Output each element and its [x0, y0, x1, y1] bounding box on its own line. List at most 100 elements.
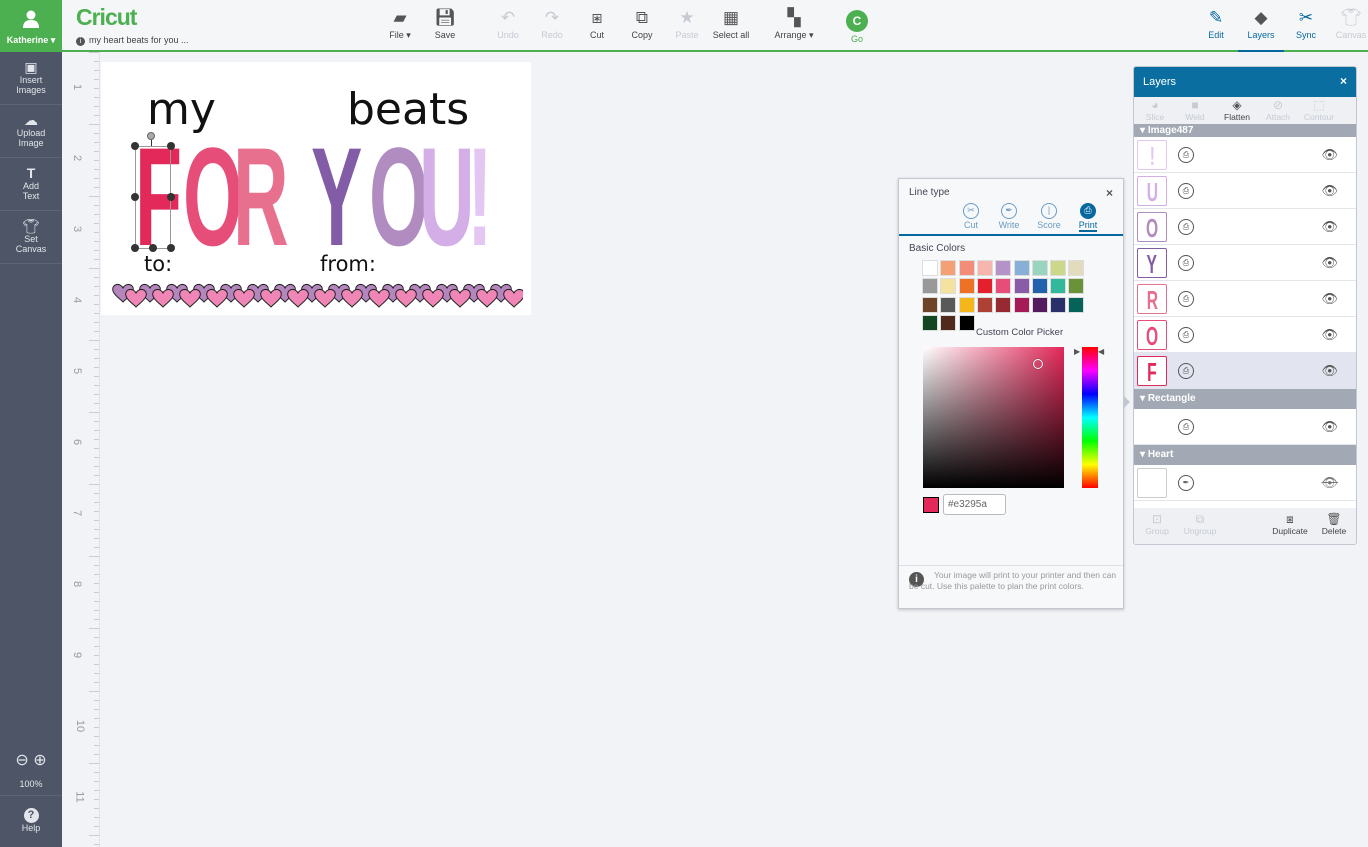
ungroup-button[interactable]: ⧉ Ungroup — [1179, 512, 1221, 536]
color-swatch[interactable] — [1013, 296, 1030, 313]
color-swatch[interactable] — [940, 314, 957, 331]
layer-group-heart[interactable]: ▾ Heart — [1134, 445, 1356, 465]
layer-row[interactable]: O ⎙ 👁︎ — [1134, 209, 1356, 245]
weld-button[interactable]: ■ Weld — [1174, 98, 1216, 122]
slice-button[interactable]: ◕ Slice — [1134, 98, 1176, 122]
printer-icon[interactable]: ⎙ — [1178, 291, 1194, 307]
cut-button[interactable]: ⧆ Cut — [572, 8, 622, 40]
user-menu[interactable]: Katherine ▾ — [0, 0, 62, 52]
layer-group-rectangle[interactable]: ▾ Rectangle — [1134, 389, 1356, 409]
resize-handle[interactable] — [167, 244, 175, 252]
line-type-cut[interactable]: ✂ Cut — [951, 203, 991, 230]
zoom-out-icon[interactable]: ⊖ — [15, 752, 28, 769]
letter-![interactable]: ! — [467, 127, 493, 267]
printer-icon[interactable]: ⎙ — [1178, 147, 1194, 163]
eye-icon[interactable]: 👁︎ — [1321, 255, 1338, 271]
eye-icon[interactable]: 👁︎ — [1321, 363, 1338, 379]
resize-handle[interactable] — [167, 142, 175, 150]
hearts-border[interactable] — [109, 280, 523, 312]
color-swatch[interactable] — [922, 314, 938, 331]
printer-icon[interactable]: ⎙ — [1178, 419, 1194, 435]
letter-R[interactable]: R — [233, 127, 289, 267]
color-swatch[interactable] — [922, 260, 938, 276]
close-icon[interactable]: × — [1106, 186, 1113, 200]
eye-icon[interactable]: 👁︎ — [1321, 327, 1338, 343]
layer-row[interactable]: ⎙ 👁︎ — [1134, 409, 1356, 445]
color-swatch[interactable] — [995, 278, 1012, 295]
color-gradient-picker[interactable] — [923, 347, 1064, 488]
color-swatch[interactable] — [1013, 278, 1030, 295]
go-button[interactable]: C Go — [832, 8, 882, 44]
color-swatch[interactable] — [1050, 278, 1067, 295]
zoom-in-icon[interactable]: ⊕ — [33, 752, 46, 769]
file-menu[interactable]: ▰ File ▾ — [375, 8, 425, 41]
select-all-button[interactable]: ▦ Select all — [706, 8, 756, 40]
eye-icon[interactable]: 👁︎ — [1321, 183, 1338, 199]
printer-icon[interactable]: ⎙ — [1178, 255, 1194, 271]
paste-button[interactable]: ★ Paste — [662, 8, 712, 40]
resize-handle[interactable] — [131, 142, 139, 150]
color-swatch[interactable] — [1031, 296, 1048, 313]
color-swatch[interactable] — [976, 296, 993, 313]
color-swatch[interactable] — [1050, 260, 1067, 276]
layer-row[interactable]: U ⎙ 👁︎ — [1134, 173, 1356, 209]
text-to[interactable]: to: — [144, 252, 172, 276]
color-swatch[interactable] — [940, 278, 957, 295]
selection-box[interactable] — [135, 146, 171, 249]
upload-image-button[interactable]: ☁ Upload Image — [0, 105, 62, 158]
resize-handle[interactable] — [167, 193, 175, 201]
color-swatch[interactable] — [958, 296, 975, 313]
copy-button[interactable]: ⧉ Copy — [617, 8, 667, 40]
resize-handle[interactable] — [149, 244, 157, 252]
hue-arrow-right[interactable]: ◀ — [1098, 347, 1104, 356]
color-swatch[interactable] — [958, 314, 975, 331]
printer-icon[interactable]: ⎙ — [1178, 219, 1194, 235]
color-swatch[interactable] — [976, 278, 993, 295]
color-swatch[interactable] — [1013, 260, 1030, 276]
attach-button[interactable]: ⊘ Attach — [1257, 98, 1299, 122]
resize-handle[interactable] — [131, 193, 139, 201]
arrange-menu[interactable]: ▚ Arrange ▾ — [766, 8, 822, 41]
contour-button[interactable]: ⬚ Contour — [1298, 98, 1340, 122]
color-swatch[interactable] — [1068, 260, 1085, 276]
color-swatch[interactable] — [1031, 278, 1048, 295]
color-swatch[interactable] — [922, 278, 938, 295]
help-button[interactable]: ? Help — [0, 795, 62, 833]
letter-Y[interactable]: Y — [311, 127, 362, 267]
line-type-write[interactable]: ✒ Write — [989, 203, 1029, 230]
group-button[interactable]: ⊡ Group — [1136, 512, 1178, 536]
layers-tab[interactable]: ◆ Layers — [1238, 8, 1284, 52]
color-swatch[interactable] — [1031, 260, 1048, 276]
color-swatch[interactable] — [1068, 296, 1085, 313]
edit-tab[interactable]: ✎ Edit — [1191, 8, 1241, 40]
pen-icon[interactable]: ✒ — [1178, 475, 1194, 491]
layer-row[interactable]: ✒ 👁︎ — [1134, 465, 1356, 501]
delete-button[interactable]: 🗑︎ Delete — [1313, 512, 1355, 536]
line-type-score[interactable]: | Score — [1029, 203, 1069, 230]
hue-arrow-left[interactable]: ▶ — [1074, 347, 1080, 356]
text-from[interactable]: from: — [320, 252, 376, 276]
save-button[interactable]: 💾︎ Save — [420, 8, 470, 40]
insert-images-button[interactable]: ▣ Insert Images — [0, 52, 62, 105]
color-swatch[interactable] — [922, 296, 938, 313]
sync-tab[interactable]: ✂ Sync — [1281, 8, 1331, 40]
eye-icon[interactable]: 👁︎ — [1321, 219, 1338, 235]
eye-icon[interactable]: 👁︎ — [1321, 291, 1338, 307]
color-swatch[interactable] — [976, 260, 993, 276]
layer-row[interactable]: F ⎙ 👁︎ — [1134, 353, 1356, 389]
add-text-button[interactable]: T Add Text — [0, 158, 62, 211]
color-swatch[interactable] — [958, 278, 975, 295]
color-swatch[interactable] — [995, 296, 1012, 313]
hex-input[interactable]: #e3295a — [943, 494, 1006, 515]
redo-button[interactable]: ↷ Redo — [527, 8, 577, 40]
project-title[interactable]: i my heart beats for you ... — [76, 35, 189, 46]
canvas-tab[interactable]: 👕︎ Canvas — [1326, 8, 1368, 40]
eye-hidden-icon[interactable]: 👁︎ — [1321, 475, 1338, 491]
undo-button[interactable]: ↶ Undo — [483, 8, 533, 40]
design-canvas[interactable]: my beats F O R Y O U! to: from: — [101, 62, 531, 315]
color-picker-cursor[interactable] — [1033, 359, 1043, 369]
layer-group-image[interactable]: ▾ Image487 — [1134, 124, 1356, 137]
layer-row[interactable]: Y ⎙ 👁︎ — [1134, 245, 1356, 281]
layer-row[interactable]: R ⎙ 👁︎ — [1134, 281, 1356, 317]
hue-slider[interactable] — [1082, 347, 1098, 488]
